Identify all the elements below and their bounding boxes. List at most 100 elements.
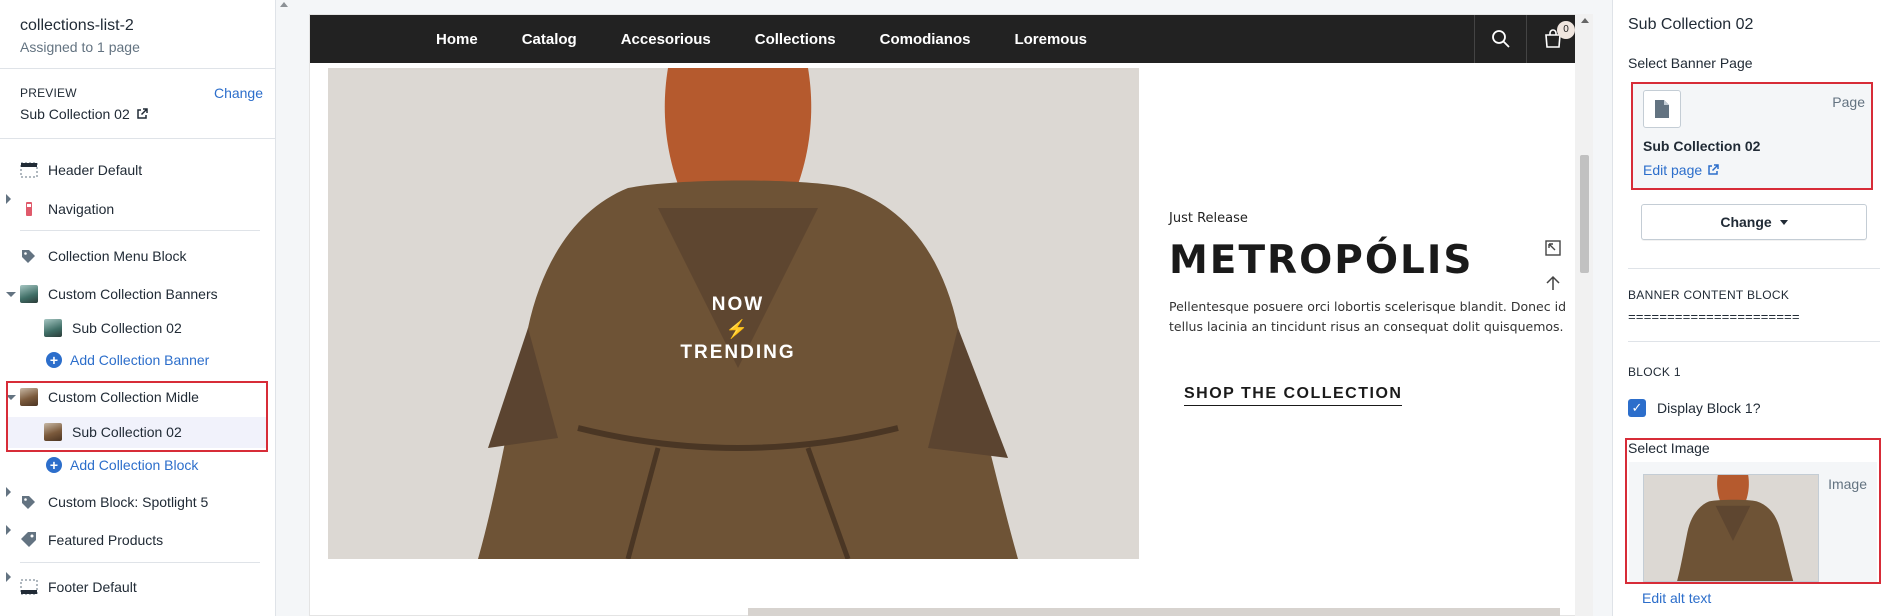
select-image-label: Select Image <box>1628 440 1710 456</box>
footer-layout-icon <box>20 579 38 595</box>
collapse-caret-icon[interactable] <box>6 291 16 297</box>
preview-scrollbar[interactable] <box>1575 14 1593 616</box>
menu-item-loremous[interactable]: Loremous <box>1014 31 1087 48</box>
store-top-navigation: Home Catalog Accesorious Collections Com… <box>310 15 1578 63</box>
change-button-label: Change <box>1720 214 1772 230</box>
hero-overlay-text: NOW ⚡ TRENDING <box>678 293 798 365</box>
preview-page[interactable]: Sub Collection 02 <box>20 106 148 122</box>
menu-item-catalog[interactable]: Catalog <box>522 31 577 48</box>
divider <box>20 562 260 563</box>
section-navigation[interactable]: Navigation <box>0 194 276 224</box>
external-link-icon <box>1708 164 1719 175</box>
block-sub-collection-02-banner[interactable]: Sub Collection 02 <box>0 313 276 343</box>
scroll-up-arrow-icon[interactable] <box>280 2 288 7</box>
preview-page-name: Sub Collection 02 <box>20 106 130 122</box>
section-featured-products[interactable]: Featured Products <box>0 525 276 555</box>
settings-title: Sub Collection 02 <box>1628 16 1754 33</box>
search-button[interactable] <box>1474 15 1526 63</box>
shop-collection-link[interactable]: SHOP THE COLLECTION <box>1184 385 1403 406</box>
lightning-icon: ⚡ <box>725 319 751 339</box>
divider <box>1628 268 1880 269</box>
selected-image-thumbnail[interactable] <box>1643 474 1819 582</box>
banner-content-heading: BANNER CONTENT BLOCK <box>1628 288 1790 302</box>
collection-hero-image: NOW ⚡ TRENDING <box>328 68 1139 559</box>
template-title: collections-list-2 <box>20 17 134 34</box>
image-type-tag: Image <box>1828 476 1867 492</box>
select-image-field: Select Image Image <box>1625 438 1881 584</box>
divider <box>1628 341 1880 342</box>
divider <box>0 68 276 69</box>
section-label: Footer Default <box>48 579 137 595</box>
section-custom-collection-banners[interactable]: Custom Collection Banners <box>0 279 276 309</box>
section-label: Featured Products <box>48 532 164 548</box>
search-icon <box>1492 30 1510 48</box>
section-footer-default[interactable]: Footer Default <box>0 572 276 602</box>
store-menu: Home Catalog Accesorious Collections Com… <box>436 15 1087 63</box>
menu-item-collections[interactable]: Collections <box>755 31 836 48</box>
add-link-label: Add Collection Block <box>70 457 199 473</box>
thumbnail-photo <box>1644 475 1818 581</box>
section-label: Navigation <box>48 201 115 217</box>
divider <box>20 230 260 231</box>
menu-item-accesorious[interactable]: Accesorious <box>621 31 711 48</box>
expand-caret-icon[interactable] <box>6 525 11 535</box>
hero-text-line-2: TRENDING <box>680 342 796 363</box>
display-block-checkbox[interactable]: ✓ <box>1628 399 1646 417</box>
sections-sidebar: collections-list-2 Assigned to 1 page PR… <box>0 0 276 616</box>
tags-icon <box>22 496 35 509</box>
banner-description: Pellentesque posuere orci lobortis scele… <box>1169 299 1567 334</box>
section-header-default[interactable]: Header Default <box>0 155 276 185</box>
section-label: Collection Menu Block <box>48 248 187 264</box>
preview-change-link[interactable]: Change <box>214 85 263 101</box>
scroll-up-arrow-icon[interactable] <box>1581 18 1589 23</box>
banner-copy: Just Release METROPÓLIS Pellentesque pos… <box>1169 211 1569 337</box>
section-label: Custom Collection Banners <box>48 286 218 302</box>
display-block-label[interactable]: Display Block 1? <box>1657 400 1761 416</box>
sidebar-scrollbar[interactable] <box>276 0 292 616</box>
page-type-tag: Page <box>1832 94 1865 110</box>
next-section-preview <box>748 608 1560 616</box>
menu-item-home[interactable]: Home <box>436 31 478 48</box>
cart-count-badge: 0 <box>1557 21 1575 39</box>
navigation-thumbnail-icon <box>26 202 32 216</box>
cart-button[interactable]: 0 <box>1526 15 1578 63</box>
external-link-icon <box>137 108 148 119</box>
block-settings-panel: Sub Collection 02 Select Banner Page Pag… <box>1612 0 1894 616</box>
banner-thumbnail <box>20 285 38 303</box>
expand-caret-icon[interactable] <box>6 487 11 497</box>
add-circle-icon: + <box>46 352 62 368</box>
section-label: Custom Block: Spotlight 5 <box>48 494 209 510</box>
edit-page-label: Edit page <box>1643 162 1703 178</box>
chevron-down-icon <box>1779 219 1788 225</box>
banner-heading: METROPÓLIS <box>1169 238 1474 283</box>
back-to-top-button[interactable] <box>1539 269 1567 297</box>
theme-editor: collections-list-2 Assigned to 1 page PR… <box>0 0 1894 616</box>
add-collection-banner-link[interactable]: + Add Collection Banner <box>46 352 209 368</box>
annotation-highlight-box <box>6 381 268 452</box>
section-custom-block-spotlight-5[interactable]: Custom Block: Spotlight 5 <box>0 487 276 517</box>
menu-item-comodianos[interactable]: Comodianos <box>880 31 971 48</box>
select-banner-label: Select Banner Page <box>1628 55 1753 71</box>
banner-page-card: Page Sub Collection 02 Edit page <box>1631 82 1873 190</box>
expand-caret-icon[interactable] <box>6 194 11 204</box>
separator-text: ====================== <box>1628 310 1800 325</box>
storefront-preview: Home Catalog Accesorious Collections Com… <box>309 14 1579 616</box>
tags-icon <box>22 250 35 263</box>
block-label: Sub Collection 02 <box>72 320 182 336</box>
add-collection-block-link[interactable]: + Add Collection Block <box>46 457 198 473</box>
section-label: Header Default <box>48 162 143 178</box>
change-page-button[interactable]: Change <box>1641 204 1867 240</box>
divider <box>0 138 276 139</box>
edit-alt-text-link[interactable]: Edit alt text <box>1642 590 1711 606</box>
edit-page-link[interactable]: Edit page <box>1643 162 1719 178</box>
document-icon <box>1655 100 1669 118</box>
preview-label: PREVIEW <box>20 86 77 100</box>
expand-caret-icon[interactable] <box>6 572 11 582</box>
tag-icon <box>21 532 36 547</box>
add-link-label: Add Collection Banner <box>70 352 210 368</box>
section-collection-menu-block[interactable]: Collection Menu Block <box>0 241 276 271</box>
header-layout-icon <box>20 162 38 178</box>
add-circle-icon: + <box>46 457 62 473</box>
fullscreen-button[interactable] <box>1539 234 1567 262</box>
preview-scroll-thumb[interactable] <box>1580 155 1589 273</box>
